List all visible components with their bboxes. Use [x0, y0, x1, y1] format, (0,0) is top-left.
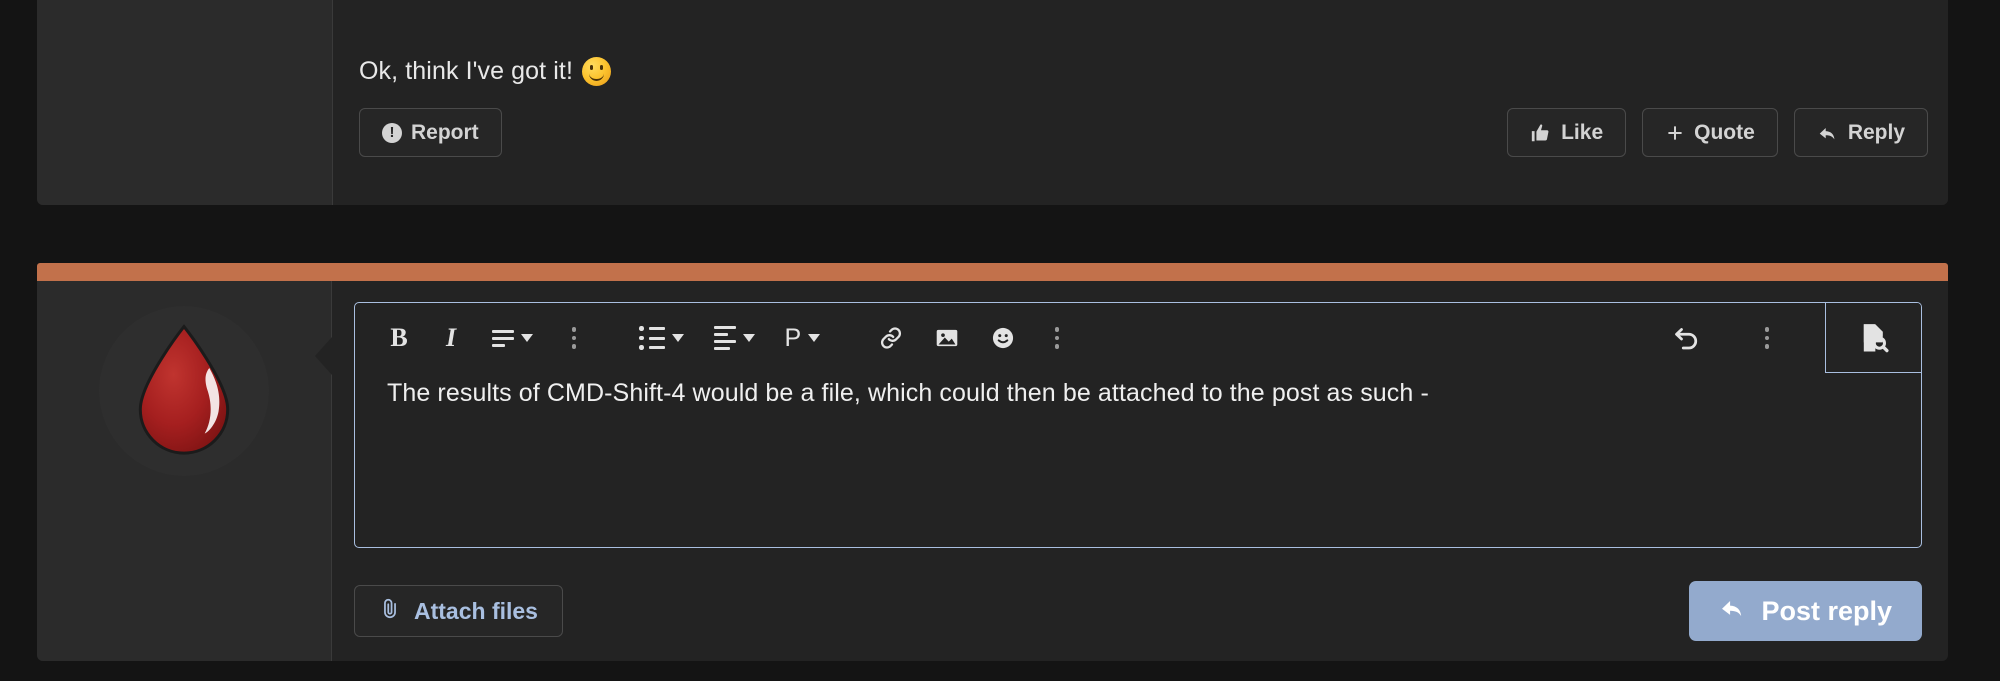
paragraph-style-label: P — [784, 323, 802, 352]
link-icon — [881, 327, 902, 349]
insert-image-button[interactable] — [927, 316, 967, 360]
document-preview-icon — [1863, 323, 1889, 352]
reply-composer: B I P The results of CMD-Shift-4 would b… — [37, 263, 1948, 661]
vertical-dots-icon — [571, 327, 577, 349]
insert-link-button[interactable] — [871, 316, 911, 360]
undo-icon — [1675, 328, 1698, 350]
post-reply-label: Post reply — [1761, 595, 1892, 626]
reply-button-label: Reply — [1847, 120, 1905, 144]
plus-icon — [1665, 123, 1685, 143]
reply-accent-bar — [37, 263, 1948, 281]
preview-button[interactable] — [1825, 303, 1921, 373]
bullet-list-icon — [639, 326, 665, 350]
blood-drop-icon — [138, 324, 230, 455]
reply-editor-area: B I P The results of CMD-Shift-4 would b… — [332, 281, 1948, 661]
post-card: Ok, think I've got it! ! Report Like Quo… — [37, 0, 1948, 205]
report-button[interactable]: ! Report — [359, 108, 502, 157]
reply-card: B I P The results of CMD-Shift-4 would b… — [37, 281, 1948, 661]
speech-caret — [315, 337, 332, 375]
post-content-area: Ok, think I've got it! ! Report Like Quo… — [333, 0, 1948, 205]
post-message: Ok, think I've got it! — [359, 57, 612, 86]
forum-thread-page: Ok, think I've got it! ! Report Like Quo… — [0, 0, 2000, 681]
insert-emoji-button[interactable] — [983, 316, 1023, 360]
slightly-smiling-face-icon — [582, 57, 612, 86]
reply-author-sidebar — [37, 281, 332, 661]
like-button[interactable]: Like — [1507, 108, 1627, 157]
image-icon — [936, 329, 958, 347]
quote-button-label: Quote — [1694, 120, 1755, 144]
rich-text-editor[interactable]: B I P The results of CMD-Shift-4 would b… — [354, 302, 1922, 548]
exclamation-circle-icon: ! — [382, 122, 402, 143]
more-editor-options-button[interactable] — [1749, 316, 1785, 360]
chevron-down-icon — [742, 334, 755, 342]
editor-toolbar-right — [1665, 303, 1921, 373]
post-author-sidebar — [37, 0, 333, 205]
emoji-icon — [993, 327, 1014, 349]
align-left-icon — [713, 326, 736, 350]
italic-button[interactable]: I — [433, 316, 469, 360]
reply-button[interactable]: Reply — [1793, 108, 1928, 157]
more-insert-options-button[interactable] — [1039, 316, 1075, 360]
attach-files-label: Attach files — [414, 597, 538, 624]
chevron-down-icon — [671, 334, 684, 342]
text-format-dropdown[interactable] — [485, 316, 540, 360]
post-reply-button[interactable]: Post reply — [1689, 581, 1922, 641]
chevron-down-icon — [808, 334, 821, 342]
chevron-down-icon — [521, 334, 533, 342]
vertical-dots-icon — [1764, 327, 1770, 349]
quote-button[interactable]: Quote — [1642, 108, 1778, 157]
bullet-list-dropdown[interactable] — [632, 316, 691, 360]
paperclip-icon — [379, 596, 401, 626]
reply-arrow-icon — [1817, 122, 1839, 144]
alignment-dropdown[interactable] — [707, 316, 762, 360]
bold-button[interactable]: B — [381, 316, 417, 360]
post-actions-left: ! Report — [359, 108, 502, 157]
undo-button[interactable] — [1665, 316, 1709, 360]
vertical-dots-icon — [1054, 327, 1060, 349]
like-button-label: Like — [1561, 120, 1604, 144]
italic-button-label: I — [445, 323, 457, 352]
bold-button-label: B — [390, 323, 408, 352]
attach-files-button[interactable]: Attach files — [354, 585, 563, 637]
report-button-label: Report — [411, 120, 479, 144]
text-lines-icon — [492, 329, 514, 347]
avatar[interactable] — [99, 306, 269, 476]
post-actions-right: Like Quote Reply — [1507, 108, 1928, 157]
paragraph-style-dropdown[interactable]: P — [778, 316, 828, 360]
editor-text[interactable]: The results of CMD-Shift-4 would be a fi… — [355, 373, 1921, 408]
more-inline-options-button[interactable] — [556, 316, 592, 360]
post-message-text: Ok, think I've got it! — [359, 57, 574, 85]
reply-footer: Attach files Post reply — [354, 581, 1922, 641]
reply-arrow-icon — [1719, 594, 1747, 629]
editor-toolbar: B I P — [355, 303, 1921, 373]
thumbs-up-icon — [1530, 122, 1552, 144]
